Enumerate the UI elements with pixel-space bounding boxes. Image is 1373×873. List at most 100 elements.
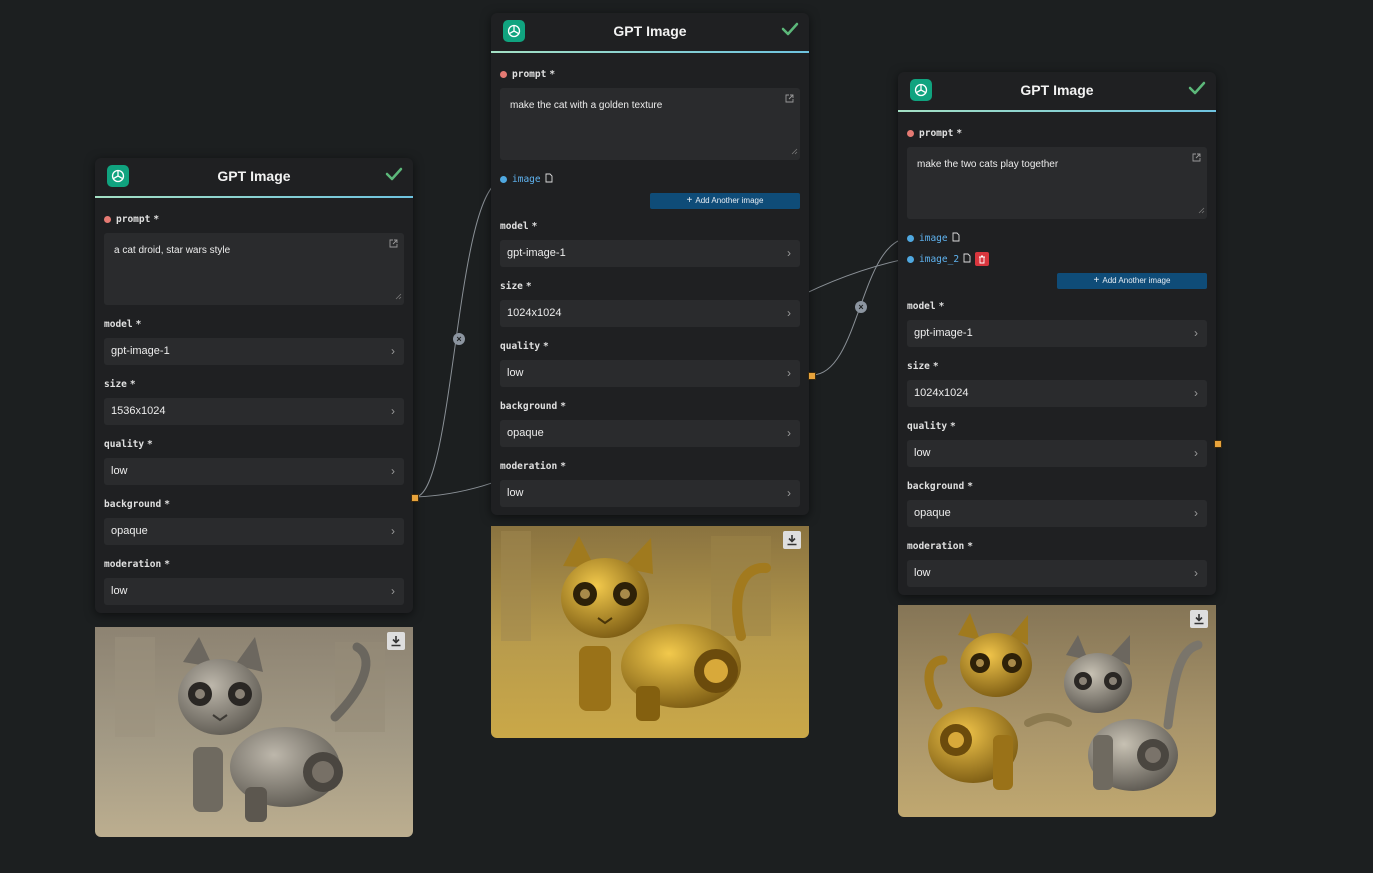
chevron-right-icon: › (391, 584, 395, 598)
chevron-right-icon: › (787, 246, 791, 260)
download-icon[interactable] (387, 632, 405, 650)
input-handle[interactable] (500, 70, 507, 78)
resize-grip-icon[interactable] (791, 147, 798, 158)
quality-select[interactable]: low › (500, 360, 800, 387)
prompt-textarea[interactable]: a cat droid, star wars style (104, 233, 404, 305)
size-label: size * (907, 360, 939, 372)
checkmark-icon (385, 165, 403, 188)
size-label: size * (500, 280, 532, 292)
model-label: model * (104, 318, 142, 330)
gpt-image-node-2[interactable]: GPT Image prompt * make the cat with a go… (491, 13, 809, 515)
node-title: GPT Image (1020, 82, 1094, 98)
generated-image-preview (898, 605, 1216, 817)
generated-image-preview (491, 526, 809, 738)
download-icon[interactable] (1190, 610, 1208, 628)
node-header[interactable]: GPT Image (898, 72, 1216, 112)
file-icon (952, 232, 960, 245)
quality-label: quality * (500, 340, 549, 352)
moderation-label: moderation * (907, 540, 973, 552)
node-header[interactable]: GPT Image (491, 13, 809, 53)
size-select[interactable]: 1536x1024 › (104, 398, 404, 425)
chevron-right-icon: › (1194, 326, 1198, 340)
prompt-text: make the cat with a golden texture (510, 100, 663, 111)
input-handle[interactable] (500, 175, 507, 183)
moderation-label: moderation * (104, 558, 170, 570)
moderation-select[interactable]: low › (104, 578, 404, 605)
gpt-image-node-3[interactable]: GPT Image prompt * make the two cats play… (898, 72, 1216, 595)
size-label: size * (104, 378, 136, 390)
chevron-right-icon: › (391, 404, 395, 418)
model-label: model * (907, 300, 945, 312)
prompt-textarea[interactable]: make the cat with a golden texture (500, 88, 800, 160)
add-another-image-button[interactable]: + Add Another image (1057, 273, 1207, 289)
quality-select[interactable]: low › (907, 440, 1207, 467)
chevron-right-icon: › (787, 366, 791, 380)
background-select[interactable]: opaque › (907, 500, 1207, 527)
disconnect-x-icon[interactable]: × (453, 333, 465, 345)
chevron-right-icon: › (391, 344, 395, 358)
prompt-textarea[interactable]: make the two cats play together (907, 147, 1207, 219)
silver-cat-droid-image (95, 627, 413, 837)
input-handle[interactable] (907, 234, 914, 242)
external-link-icon[interactable] (389, 239, 398, 251)
node-title: GPT Image (217, 168, 291, 184)
checkmark-icon (1188, 79, 1206, 102)
chevron-right-icon: › (1194, 506, 1198, 520)
output-handle[interactable] (808, 372, 816, 380)
moderation-select[interactable]: low › (907, 560, 1207, 587)
trash-icon[interactable] (975, 252, 990, 266)
external-link-icon[interactable] (785, 94, 794, 106)
model-select[interactable]: gpt-image-1 › (500, 240, 800, 267)
download-icon[interactable] (783, 531, 801, 549)
prompt-label: prompt * (104, 212, 404, 226)
disconnect-x-icon[interactable]: × (855, 301, 867, 313)
quality-label: quality * (104, 438, 153, 450)
input-handle[interactable] (104, 215, 111, 223)
model-label: model * (500, 220, 538, 232)
chevron-right-icon: › (787, 306, 791, 320)
quality-label: quality * (907, 420, 956, 432)
resize-grip-icon[interactable] (395, 292, 402, 303)
background-select[interactable]: opaque › (500, 420, 800, 447)
prompt-text: a cat droid, star wars style (114, 245, 231, 256)
model-select[interactable]: gpt-image-1 › (104, 338, 404, 365)
prompt-label: prompt * (500, 67, 800, 81)
image-input-label: image (500, 172, 800, 186)
background-select[interactable]: opaque › (104, 518, 404, 545)
file-icon (963, 253, 971, 266)
chevron-right-icon: › (787, 426, 791, 440)
background-label: background * (104, 498, 170, 510)
size-select[interactable]: 1024x1024 › (500, 300, 800, 327)
quality-select[interactable]: low › (104, 458, 404, 485)
input-handle[interactable] (907, 129, 914, 137)
resize-grip-icon[interactable] (1198, 206, 1205, 217)
model-select[interactable]: gpt-image-1 › (907, 320, 1207, 347)
add-another-image-button[interactable]: + Add Another image (650, 193, 800, 209)
output-handle[interactable] (1214, 440, 1222, 448)
node-header[interactable]: GPT Image (95, 158, 413, 198)
generated-image-preview (95, 627, 413, 837)
file-icon (545, 173, 553, 186)
external-link-icon[interactable] (1192, 153, 1201, 165)
chevron-right-icon: › (787, 486, 791, 500)
moderation-select[interactable]: low › (500, 480, 800, 507)
plus-icon: + (686, 195, 693, 206)
checkmark-icon (781, 20, 799, 43)
gpt-image-node-1[interactable]: GPT Image prompt * a cat droid, star wars… (95, 158, 413, 613)
chevron-right-icon: › (1194, 566, 1198, 580)
chevron-right-icon: › (1194, 446, 1198, 460)
chevron-right-icon: › (391, 524, 395, 538)
input-handle[interactable] (907, 255, 914, 263)
chevron-right-icon: › (391, 464, 395, 478)
golden-cat-droid-image (491, 526, 809, 738)
node-title: GPT Image (613, 23, 687, 39)
image-2-input-label: image_2 (907, 252, 1207, 266)
background-label: background * (500, 400, 566, 412)
two-cat-droids-image (898, 605, 1216, 817)
size-select[interactable]: 1024x1024 › (907, 380, 1207, 407)
plus-icon: + (1093, 275, 1100, 286)
output-handle[interactable] (411, 494, 419, 502)
background-label: background * (907, 480, 973, 492)
image-input-label: image (907, 231, 1207, 245)
prompt-text: make the two cats play together (917, 159, 1059, 170)
